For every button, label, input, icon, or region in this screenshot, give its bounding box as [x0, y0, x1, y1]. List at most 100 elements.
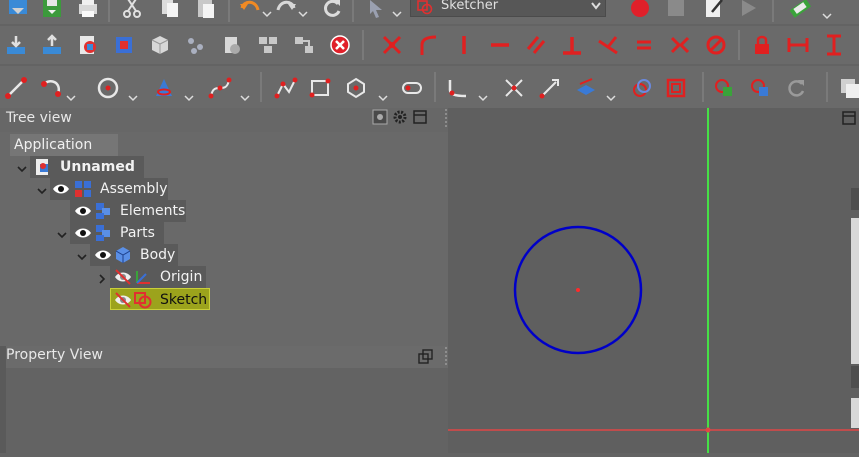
tree-item-assembly[interactable]: Assembly: [50, 178, 168, 200]
redo-icon[interactable]: [272, 0, 300, 22]
select-icon[interactable]: [362, 0, 390, 22]
chevron-down-icon[interactable]: [298, 6, 308, 18]
print-icon[interactable]: [74, 0, 102, 22]
chevron-down-icon[interactable]: [184, 90, 194, 102]
fix-point-icon[interactable]: [378, 31, 406, 59]
assembly-list-icon[interactable]: [290, 31, 318, 59]
gear-icon[interactable]: [392, 109, 408, 125]
chevron-down-icon[interactable]: [606, 90, 616, 102]
run-macro-icon[interactable]: [734, 0, 762, 22]
chevron-down-icon[interactable]: [378, 90, 388, 102]
symmetric-constraint-icon[interactable]: [666, 31, 694, 59]
chevron-down-icon[interactable]: [57, 228, 67, 239]
scrollbar-handle[interactable]: [851, 188, 859, 210]
paste-icon[interactable]: [192, 0, 220, 22]
slot-icon[interactable]: [398, 74, 426, 102]
import-icon[interactable]: [4, 0, 32, 22]
macro-editor-icon[interactable]: [700, 0, 728, 22]
perpendicular-constraint-icon[interactable]: [558, 31, 586, 59]
trim-icon[interactable]: [500, 74, 528, 102]
equal-constraint-icon[interactable]: [630, 31, 658, 59]
circle-icon[interactable]: [94, 74, 122, 102]
scrollbar-track[interactable]: [851, 218, 859, 364]
record-macro-icon[interactable]: [626, 0, 654, 22]
carbon-copy-icon[interactable]: [628, 74, 656, 102]
assembly-export-icon[interactable]: [38, 31, 66, 59]
fillet-icon[interactable]: [444, 74, 472, 102]
line-icon[interactable]: [2, 74, 30, 102]
measure-icon[interactable]: [786, 0, 814, 22]
assembly-import-icon[interactable]: [2, 31, 30, 59]
chevron-down-icon[interactable]: [77, 250, 87, 261]
float-panel-icon[interactable]: [418, 349, 434, 365]
chevron-down-icon[interactable]: [478, 90, 488, 102]
chevron-down-icon[interactable]: [262, 6, 272, 18]
undo-icon[interactable]: [236, 0, 264, 22]
vertical-constraint-icon[interactable]: [450, 31, 478, 59]
eye-hidden-icon[interactable]: [114, 291, 132, 309]
tree-item-body[interactable]: Body: [90, 244, 178, 266]
horizontal-constraint-icon[interactable]: [486, 31, 514, 59]
origin-point[interactable]: [705, 427, 711, 433]
tree-item-sketch[interactable]: Sketch: [110, 288, 210, 310]
assembly-solve-icon[interactable]: [110, 31, 138, 59]
horizontal-distance-icon[interactable]: [784, 31, 812, 59]
chevron-down-icon[interactable]: [128, 90, 138, 102]
rectangular-array-icon[interactable]: [782, 74, 810, 102]
chevron-down-icon[interactable]: [66, 90, 76, 102]
float-panel-icon[interactable]: [841, 110, 857, 126]
arc-icon[interactable]: [38, 74, 66, 102]
view-section-icon[interactable]: [836, 74, 859, 102]
parallel-constraint-icon[interactable]: [522, 31, 550, 59]
rectangle-icon[interactable]: [306, 74, 334, 102]
external-geometry-icon[interactable]: [572, 74, 600, 102]
tree-item-elements[interactable]: Elements: [70, 200, 186, 222]
construction-mode-icon[interactable]: [662, 74, 690, 102]
sketch-canvas[interactable]: [448, 108, 859, 453]
vertical-distance-icon[interactable]: [820, 31, 848, 59]
block-constraint-icon[interactable]: [702, 31, 730, 59]
insert-link-icon[interactable]: [74, 31, 102, 59]
extend-icon[interactable]: [536, 74, 564, 102]
view-icon[interactable]: [372, 109, 388, 125]
polygon-icon[interactable]: [342, 74, 370, 102]
polyline-icon[interactable]: [272, 74, 300, 102]
chevron-down-icon[interactable]: [822, 8, 832, 20]
save-icon[interactable]: [38, 0, 66, 22]
eye-icon[interactable]: [74, 202, 92, 220]
chevron-down-icon[interactable]: [392, 6, 402, 18]
assembly-parts-icon[interactable]: [182, 31, 210, 59]
tree-item-parts[interactable]: Parts: [70, 222, 164, 244]
workbench-selector[interactable]: Sketcher: [410, 0, 606, 17]
part-icon[interactable]: [146, 31, 174, 59]
cut-icon[interactable]: [118, 0, 146, 22]
3d-viewport[interactable]: [448, 108, 859, 453]
angle-constraint-icon[interactable]: [594, 31, 622, 59]
scrollbar-handle[interactable]: [851, 366, 859, 388]
chevron-down-icon[interactable]: [17, 162, 27, 173]
eye-icon[interactable]: [52, 180, 70, 198]
circle-center-point[interactable]: [576, 288, 580, 292]
refresh-icon[interactable]: [318, 0, 346, 22]
tree-item-origin[interactable]: Origin: [110, 266, 206, 288]
delete-constraint-icon[interactable]: [326, 31, 354, 59]
eye-icon[interactable]: [74, 224, 92, 242]
assembly-config-icon[interactable]: [218, 31, 246, 59]
float-panel-icon[interactable]: [412, 109, 428, 125]
scrollbar-track[interactable]: [851, 398, 859, 428]
stop-macro-icon[interactable]: [662, 0, 690, 22]
eye-hidden-icon[interactable]: [114, 268, 132, 286]
assembly-constraint-icon[interactable]: [254, 31, 282, 59]
chevron-down-icon[interactable]: [240, 90, 250, 102]
chevron-right-icon[interactable]: [97, 272, 107, 284]
tree-item-document[interactable]: Unnamed *: [30, 156, 144, 197]
lock-constraint-icon[interactable]: [748, 31, 776, 59]
conic-icon[interactable]: [150, 74, 178, 102]
clone-icon[interactable]: [710, 74, 738, 102]
tangent-constraint-icon[interactable]: [414, 31, 442, 59]
copy-icon[interactable]: [156, 0, 184, 22]
chevron-down-icon[interactable]: [37, 184, 47, 195]
copy-geometry-icon[interactable]: [746, 74, 774, 102]
bspline-icon[interactable]: [206, 74, 234, 102]
eye-icon[interactable]: [94, 246, 112, 264]
